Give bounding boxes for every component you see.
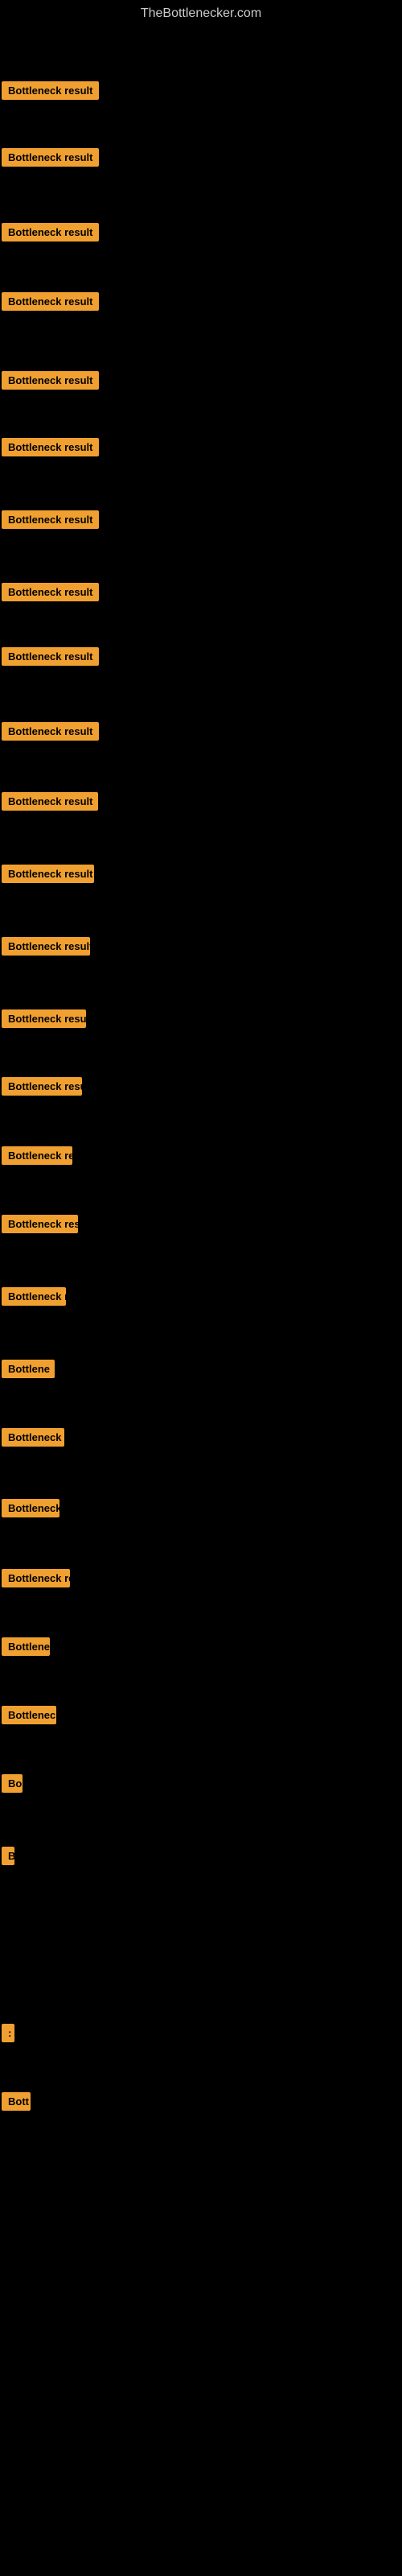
bottleneck-result-badge[interactable]: Bottleneck result <box>2 81 99 100</box>
bottleneck-result-row: Bottleneck result <box>2 81 99 104</box>
bottleneck-result-row: Bottleneck result <box>2 510 99 533</box>
bottleneck-result-badge[interactable]: Bottleneck r <box>2 1287 66 1306</box>
site-title: TheBottlenecker.com <box>0 0 402 27</box>
bottleneck-result-row: Bottleneck result <box>2 438 99 460</box>
bottleneck-result-badge[interactable]: Bott <box>2 2092 31 2111</box>
bottleneck-result-badge[interactable]: Bottleneck result <box>2 223 99 242</box>
bottleneck-result-row: Bottleneck result <box>2 792 98 815</box>
bottleneck-result-badge[interactable]: B <box>2 1847 14 1865</box>
bottleneck-result-badge[interactable]: Bottleneck n <box>2 1428 64 1447</box>
bottleneck-result-row: : <box>2 2024 14 2046</box>
bottleneck-result-badge[interactable]: Bottleneck <box>2 1499 59 1517</box>
bottleneck-result-row: Bottleneck result <box>2 371 99 394</box>
bottleneck-result-row: Bottleneck n <box>2 1428 64 1451</box>
bottleneck-result-badge[interactable]: : <box>2 2024 14 2042</box>
bottleneck-result-row: Bottleneck result <box>2 937 90 960</box>
bottleneck-result-badge[interactable]: Bottleneck result <box>2 792 98 811</box>
bottleneck-result-row: Bottleneck <box>2 1706 56 1728</box>
bottleneck-result-row: Bo <box>2 1774 23 1797</box>
bottleneck-result-row: Bottleneck result <box>2 865 94 887</box>
bottleneck-result-badge[interactable]: Bottleneck <box>2 1706 56 1724</box>
bottleneck-result-badge[interactable]: Bottleneck result <box>2 865 94 883</box>
bottleneck-result-row: Bottleneck result <box>2 583 99 605</box>
bottleneck-result-badge[interactable]: Bottleneck result <box>2 722 99 741</box>
bottleneck-result-badge[interactable]: Bottleneck result <box>2 1077 82 1096</box>
bottleneck-result-row: Bottleneck result <box>2 1009 86 1032</box>
bottleneck-result-row: B <box>2 1847 14 1869</box>
bottleneck-result-badge[interactable]: Bottleneck result <box>2 371 99 390</box>
bottleneck-result-badge[interactable]: Bottleneck re <box>2 1569 70 1587</box>
bottleneck-result-row: Bottleneck result <box>2 1215 78 1237</box>
bottleneck-result-row: Bottleneck result <box>2 292 99 315</box>
bottleneck-result-row: Bottleneck re <box>2 1146 72 1169</box>
bottleneck-result-badge[interactable]: Bottleneck result <box>2 583 99 601</box>
bottleneck-result-badge[interactable]: Bottleneck result <box>2 292 99 311</box>
bottleneck-result-badge[interactable]: Bottleneck re <box>2 1146 72 1165</box>
bottleneck-result-row: Bottleneck result <box>2 1077 82 1100</box>
bottleneck-result-badge[interactable]: Bottlene <box>2 1360 55 1378</box>
bottleneck-result-badge[interactable]: Bo <box>2 1774 23 1793</box>
bottleneck-result-badge[interactable]: Bottleneck result <box>2 647 99 666</box>
bottleneck-result-row: Bott <box>2 2092 31 2115</box>
bottleneck-result-row: Bottlene <box>2 1637 50 1660</box>
bottleneck-result-row: Bottleneck result <box>2 722 99 745</box>
bottleneck-result-row: Bottleneck r <box>2 1287 66 1310</box>
bottleneck-result-badge[interactable]: Bottleneck result <box>2 1009 86 1028</box>
bottleneck-result-row: Bottleneck <box>2 1499 59 1521</box>
bottleneck-result-row: Bottleneck result <box>2 647 99 670</box>
bottleneck-result-badge[interactable]: Bottleneck result <box>2 148 99 167</box>
bottleneck-result-badge[interactable]: Bottleneck result <box>2 1215 78 1233</box>
bottleneck-result-badge[interactable]: Bottleneck result <box>2 438 99 456</box>
bottleneck-result-row: Bottleneck re <box>2 1569 70 1591</box>
bottleneck-result-row: Bottleneck result <box>2 148 99 171</box>
bottleneck-result-row: Bottleneck result <box>2 223 99 246</box>
bottleneck-result-badge[interactable]: Bottleneck result <box>2 937 90 956</box>
bottleneck-result-row: Bottlene <box>2 1360 55 1382</box>
bottleneck-result-badge[interactable]: Bottleneck result <box>2 510 99 529</box>
bottleneck-result-badge[interactable]: Bottlene <box>2 1637 50 1656</box>
